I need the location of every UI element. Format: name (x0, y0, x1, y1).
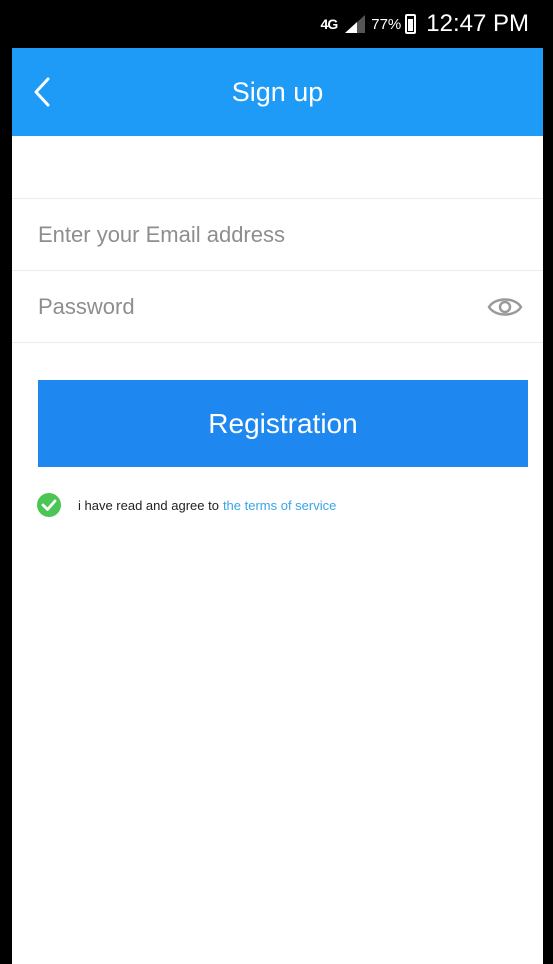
terms-of-service-link[interactable]: the terms of service (223, 498, 336, 513)
battery-icon (405, 14, 417, 34)
password-input[interactable] (38, 294, 487, 320)
agreement-text: i have read and agree to (78, 497, 219, 513)
device-frame: 4G 77% 12:47 PM Sign up Enter your Email… (0, 0, 553, 964)
screen: 4G 77% 12:47 PM Sign up Enter your Email… (12, 0, 543, 964)
email-divider (12, 270, 543, 271)
form-top-divider (12, 198, 543, 199)
page-title: Sign up (231, 77, 324, 107)
eye-icon[interactable] (487, 295, 523, 319)
password-field (12, 272, 543, 342)
battery-percentage: 77% (371, 15, 402, 33)
device-bezel-left (0, 0, 12, 964)
network-type-icon: 4G (320, 16, 339, 32)
device-bezel-right (543, 0, 553, 964)
registration-button[interactable]: Registration (38, 380, 528, 467)
password-divider (12, 342, 543, 343)
chevron-left-icon (34, 77, 50, 107)
signal-icon (345, 15, 366, 33)
terms-agreement: i have read and agree to the terms of se… (36, 490, 336, 520)
status-bar: 4G 77% 12:47 PM (12, 0, 543, 48)
app-bar: Sign up (12, 48, 543, 136)
check-circle-icon[interactable] (36, 492, 62, 518)
email-field (12, 200, 543, 270)
email-input[interactable] (38, 222, 523, 248)
back-button[interactable] (26, 74, 58, 110)
status-time: 12:47 PM (426, 10, 529, 37)
